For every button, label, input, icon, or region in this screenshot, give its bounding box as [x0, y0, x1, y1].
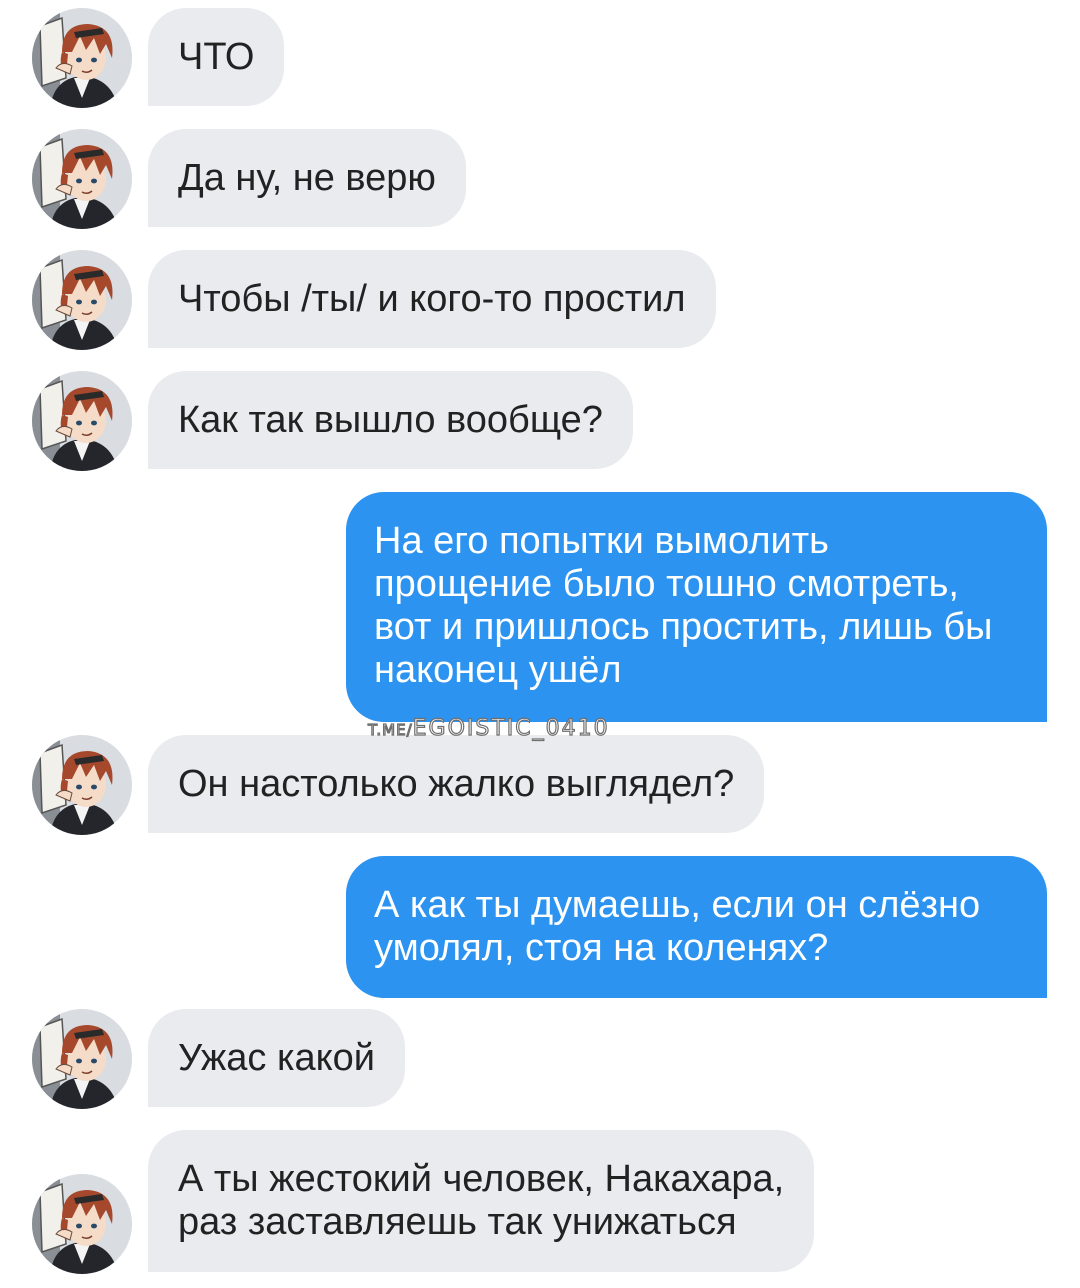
avatar[interactable] [32, 371, 132, 471]
message-text: Как так вышло вообще? [178, 399, 603, 441]
message-line: прощение было тошно смотреть, [374, 563, 959, 605]
avatar[interactable] [32, 250, 132, 350]
message-text: Да ну, не верю [178, 157, 436, 199]
message-bubble-incoming[interactable]: Ужас какой [148, 1009, 405, 1107]
message-bubble-outgoing[interactable]: На его попытки вымолить прощение было то… [346, 492, 1047, 722]
message-line: наконец ушёл [374, 649, 622, 691]
message-bubble-outgoing[interactable]: А как ты думаешь, если он слёзно умолял,… [346, 856, 1047, 998]
message-text: ЧТО [178, 36, 255, 78]
anime-character-avatar-icon [32, 129, 132, 229]
message-bubble-incoming[interactable]: Чтобы /ты/ и кого-то простил [148, 250, 716, 348]
message-text: Он настолько жалко выглядел? [178, 763, 735, 805]
message-line: А ты жестокий человек, Накахара, [178, 1158, 785, 1200]
message-line: раз заставляешь так унижаться [178, 1201, 737, 1243]
anime-character-avatar-icon [32, 371, 132, 471]
chat-thread: ЧТО Да ну, не верю Чтобы /ты/ и кого-то … [0, 0, 1080, 1288]
message-line: умолял, стоя на коленях? [374, 927, 829, 969]
avatar[interactable] [32, 735, 132, 835]
message-bubble-incoming[interactable]: Да ну, не верю [148, 129, 466, 227]
message-line: На его попытки вымолить [374, 520, 829, 562]
avatar[interactable] [32, 129, 132, 229]
avatar[interactable] [32, 1009, 132, 1109]
message-text: Чтобы /ты/ и кого-то простил [178, 278, 686, 320]
message-bubble-incoming[interactable]: А ты жестокий человек, Накахара, раз зас… [148, 1130, 815, 1272]
avatar[interactable] [32, 8, 132, 108]
anime-character-avatar-icon [32, 8, 132, 108]
message-bubble-incoming[interactable]: Как так вышло вообще? [148, 371, 633, 469]
message-line: А как ты думаешь, если он слёзно [374, 884, 981, 926]
message-line: вот и пришлось простить, лишь бы [374, 606, 993, 648]
anime-character-avatar-icon [32, 735, 132, 835]
anime-character-avatar-icon [32, 250, 132, 350]
avatar[interactable] [32, 1174, 132, 1274]
anime-character-avatar-icon [32, 1009, 132, 1109]
anime-character-avatar-icon [32, 1174, 132, 1274]
message-bubble-incoming[interactable]: Он настолько жалко выглядел? [148, 735, 765, 833]
message-text: Ужас какой [178, 1037, 375, 1079]
message-bubble-incoming[interactable]: ЧТО [148, 8, 285, 106]
